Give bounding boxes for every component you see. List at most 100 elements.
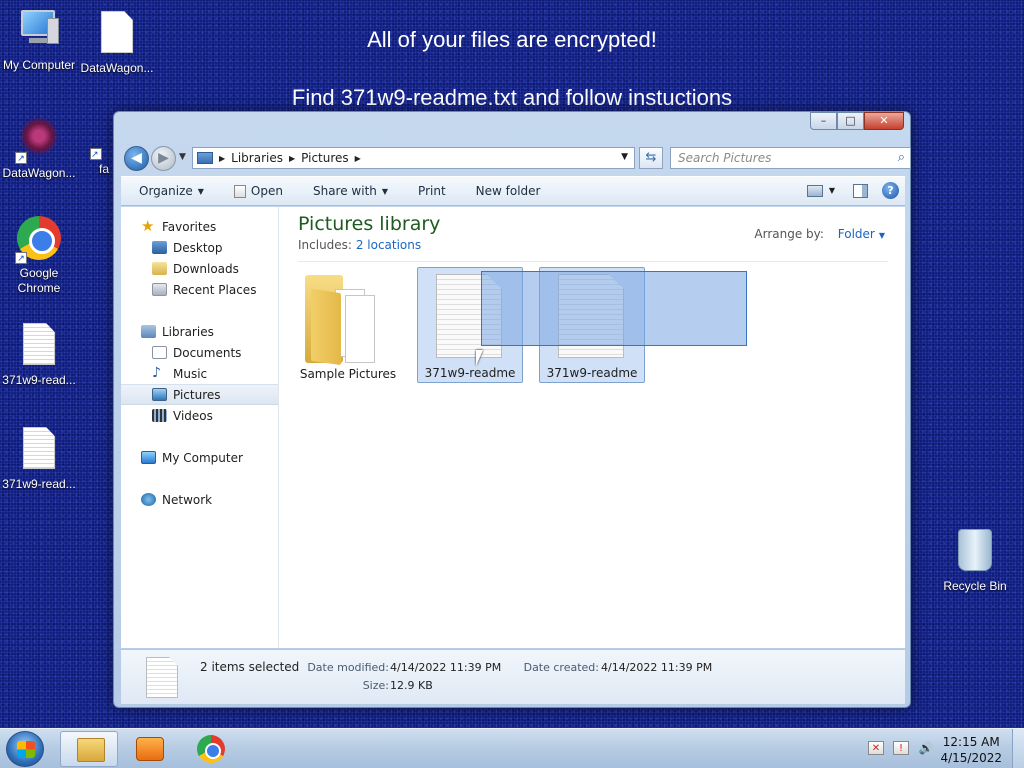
nav-label: Downloads [173, 261, 239, 276]
pictures-icon [152, 388, 167, 401]
search-icon[interactable]: ⌕ [898, 148, 905, 168]
forward-button[interactable]: ▶ [151, 146, 176, 171]
print-button[interactable]: Print [418, 184, 446, 198]
library-locations-link[interactable]: 2 locations [356, 238, 421, 252]
chevron-down-icon[interactable]: ▼ [879, 231, 885, 240]
nav-favorites[interactable]: ★ Favorites [121, 216, 278, 237]
breadcrumb-pictures[interactable]: Pictures [301, 151, 349, 165]
close-button[interactable]: ✕ [864, 112, 904, 130]
selection-count: 2 items selected [200, 660, 300, 674]
show-desktop-button[interactable] [1012, 729, 1024, 768]
breadcrumb-arrow-icon[interactable]: ▶ [355, 154, 361, 163]
taskbar-app-explorer[interactable] [60, 731, 118, 767]
date-created-value: 4/14/2022 11:39 PM [601, 661, 713, 674]
organize-button[interactable]: Organize ▼ [139, 184, 204, 198]
system-tray: ✕ ! 🔊 [859, 741, 934, 755]
file-item-label: 371w9-readme [546, 366, 638, 380]
mouse-pointer-icon [476, 350, 483, 366]
search-placeholder: Search Pictures [678, 151, 772, 165]
start-button[interactable] [6, 731, 44, 767]
arrange-by-dropdown[interactable]: Folder [838, 227, 875, 241]
text-file-icon [146, 657, 178, 698]
nav-desktop[interactable]: Desktop [121, 237, 278, 258]
refresh-button[interactable]: ⇆ [639, 147, 663, 169]
taskbar-app-media-player[interactable] [120, 731, 178, 767]
desktop-icon [152, 241, 167, 254]
nav-label: Music [173, 366, 208, 381]
documents-icon [152, 346, 167, 359]
libraries-icon [141, 325, 156, 338]
desktop-icon-readme-1[interactable]: 371w9-read... [0, 320, 78, 388]
nav-label: Pictures [173, 387, 221, 402]
shortcut-icon: ↗ [15, 116, 63, 164]
nav-documents[interactable]: Documents [121, 342, 278, 363]
help-icon[interactable]: ? [882, 182, 899, 199]
document-icon [93, 11, 141, 59]
nav-network[interactable]: Network [121, 489, 278, 510]
network-status-icon[interactable]: ! [893, 741, 909, 755]
caption-buttons: – □ ✕ [810, 112, 904, 130]
minimize-button[interactable]: – [810, 112, 837, 130]
desktop-icon-datawagon-file[interactable]: DataWagon... [78, 8, 156, 76]
desktop-icon-fa-shortcut[interactable]: ↗ fa [78, 112, 114, 177]
windows-logo-icon [17, 741, 35, 758]
nav-label: Favorites [162, 219, 217, 234]
desktop-icon-readme-2[interactable]: 371w9-read... [0, 424, 78, 492]
media-player-icon [136, 737, 164, 761]
new-folder-button[interactable]: New folder [476, 184, 541, 198]
taskbar-app-chrome[interactable] [182, 731, 240, 767]
selection-rectangle [481, 271, 747, 346]
ransom-message-line-2: Find 371w9-readme.txt and follow instuct… [291, 85, 733, 110]
desktop-icon-recycle-bin[interactable]: Recycle Bin [936, 526, 1014, 594]
preview-pane-icon[interactable] [853, 183, 868, 198]
explorer-window[interactable]: – □ ✕ ◀ ▶ ▼ ▶ Libraries ▶ Pictures ▶ ▼ ⇆… [113, 111, 911, 708]
search-input[interactable]: Search Pictures ⌕ [670, 147, 911, 169]
address-row: ◀ ▶ ▼ ▶ Libraries ▶ Pictures ▶ ▼ ⇆ Searc… [122, 144, 911, 171]
desktop-icon-datawagon-shortcut[interactable]: ↗ DataWagon... [0, 112, 78, 181]
nav-label: Network [162, 492, 213, 507]
clock[interactable]: 12:15 AM 4/15/2022 [940, 734, 1002, 766]
recent-places-icon [152, 283, 167, 296]
share-with-button[interactable]: Share with ▼ [313, 184, 388, 198]
divider [298, 261, 888, 262]
nav-recent-places[interactable]: Recent Places [121, 279, 278, 300]
desktop-icon-my-computer[interactable]: My Computer [0, 8, 78, 73]
breadcrumb-arrow-icon[interactable]: ▶ [219, 154, 225, 163]
date-created-label: Date created: [523, 661, 599, 674]
computer-icon [15, 8, 63, 56]
desktop-icon-label: DataWagon... [2, 166, 76, 180]
maximize-button[interactable]: □ [837, 112, 864, 130]
action-center-icon[interactable]: ✕ [868, 741, 884, 755]
recycle-bin-icon [951, 529, 999, 577]
chevron-down-icon[interactable]: ▼ [829, 186, 835, 195]
recent-pages-dropdown[interactable]: ▼ [179, 152, 186, 162]
file-item-sample-pictures[interactable]: Sample Pictures [295, 267, 401, 383]
organize-label: Organize [139, 184, 193, 198]
desktop-icon-google-chrome[interactable]: ↗ Google Chrome [0, 214, 78, 296]
desktop-icon-label: My Computer [2, 58, 76, 72]
change-view-icon[interactable] [806, 184, 823, 197]
open-button[interactable]: Open [233, 184, 283, 198]
nav-my-computer[interactable]: My Computer [121, 447, 278, 468]
nav-music[interactable]: ♪ Music [121, 363, 278, 384]
nav-libraries[interactable]: Libraries [121, 321, 278, 342]
text-file-icon [15, 427, 63, 475]
breadcrumb-libraries[interactable]: Libraries [231, 151, 283, 165]
nav-pictures[interactable]: Pictures [121, 384, 278, 405]
nav-videos[interactable]: Videos [121, 405, 278, 426]
address-dropdown-icon[interactable]: ▼ [621, 152, 628, 162]
nav-label: Desktop [173, 240, 223, 255]
text-file-icon [15, 323, 63, 371]
back-button[interactable]: ◀ [124, 146, 149, 171]
nav-downloads[interactable]: Downloads [121, 258, 278, 279]
volume-icon[interactable]: 🔊 [918, 741, 934, 755]
navigation-pane: ★ Favorites Desktop Downloads Recent Plac… [121, 207, 279, 648]
chrome-icon [197, 735, 225, 763]
folder-icon [305, 271, 381, 366]
shortcut-icon: ↗ [90, 112, 112, 160]
nav-label: Documents [173, 345, 242, 360]
address-bar[interactable]: ▶ Libraries ▶ Pictures ▶ ▼ [192, 147, 635, 169]
arrange-by: Arrange by: Folder ▼ [754, 227, 885, 241]
date-modified-value: 4/14/2022 11:39 PM [390, 661, 502, 674]
breadcrumb-arrow-icon[interactable]: ▶ [289, 154, 295, 163]
